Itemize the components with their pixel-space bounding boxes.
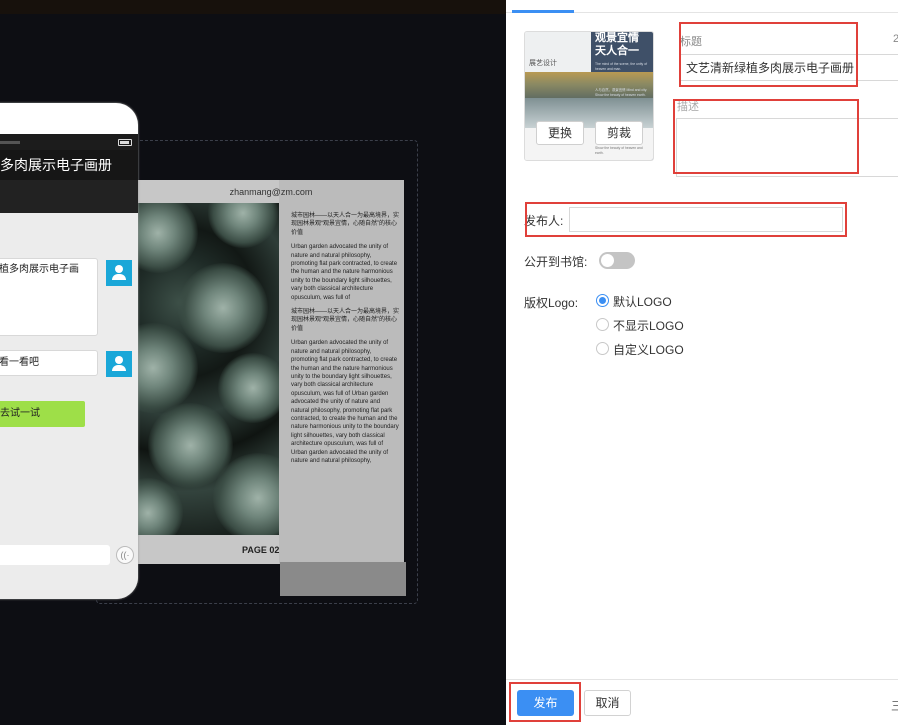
book-page[interactable]: zhanmang@zm.com PAGE 02 城市园林——以天人合一为最高境界…	[138, 180, 405, 564]
voice-icon[interactable]: ((·	[116, 546, 134, 564]
battery-icon	[118, 139, 132, 146]
user-avatar-icon	[106, 351, 132, 377]
succulent-photo	[138, 203, 279, 535]
cover-thumbnail: 展艺设计 观景宜情 天人合一 The mind of the scene, th…	[524, 31, 654, 161]
page-paragraph: Urban garden advocated the unity of natu…	[291, 244, 398, 301]
user-avatar-icon	[106, 260, 132, 286]
phone-header-bar	[0, 180, 138, 213]
copyright-logo-label: 版权Logo:	[524, 296, 579, 310]
page-paragraph: Urban garden advocated the unity of natu…	[291, 340, 399, 448]
radio-unchecked-icon[interactable]	[596, 342, 609, 355]
phone-preview: 多肉展示电子画册 植多肉展示电子画 看一看吧 去试一试 ((·	[0, 103, 138, 599]
cover-subtext: 人与自然，观景宜情 Mind and city. Show the beauty…	[595, 88, 648, 97]
cover-subtext: The mind of the scene, the unity of heav…	[595, 62, 648, 71]
page-number-label: PAGE 02	[242, 545, 280, 555]
page-body-text: 城市园林——以天人合一为最高境界，实现园林景观“观景宜情，心随自然”的核心价值 …	[291, 212, 399, 471]
crop-cover-button[interactable]: 剪裁	[595, 121, 643, 145]
phone-chat-area: 植多肉展示电子画 看一看吧 去试一试 ((·	[0, 213, 138, 599]
tab-active-indicator	[512, 10, 574, 13]
footer-divider	[506, 679, 898, 680]
phone-status-bar	[0, 134, 138, 150]
title-char-count: 2	[893, 33, 898, 45]
cover-footer-text: Show the beauty of heaven and earth.	[595, 146, 643, 155]
logo-option-label: 默认LOGO	[613, 295, 672, 309]
phone-title: 多肉展示电子画册	[0, 150, 138, 180]
highlight-publish	[509, 682, 581, 722]
chat-bubble: 植多肉展示电子画	[0, 258, 98, 336]
page-paragraph: 城市园林——以天人合一为最高境界，实现园林景观“观景宜情，心随自然”的核心价值	[291, 309, 400, 332]
page-edge	[280, 562, 406, 596]
cancel-button[interactable]: 取消	[584, 690, 631, 716]
radio-unchecked-icon[interactable]	[596, 318, 609, 331]
editor-canvas: zhanmang@zm.com PAGE 02 城市园林——以天人合一为最高境界…	[0, 0, 506, 725]
highlight-title	[679, 22, 858, 87]
logo-option-label: 不显示LOGO	[613, 319, 684, 333]
radio-checked-icon[interactable]	[596, 294, 609, 307]
public-library-toggle[interactable]	[599, 252, 635, 269]
page-paragraph: Urban garden advocated the unity of natu…	[291, 449, 389, 464]
chat-input[interactable]	[0, 545, 110, 565]
cover-title: 观景宜情 天人合一	[595, 32, 639, 57]
logo-option-label: 自定义LOGO	[613, 343, 684, 357]
publish-panel: 展艺设计 观景宜情 天人合一 The mind of the scene, th…	[506, 0, 898, 725]
page-email: zhanmang@zm.com	[229, 187, 313, 197]
replace-cover-button[interactable]: 更换	[536, 121, 584, 145]
try-it-button[interactable]: 去试一试	[0, 401, 85, 427]
footer-edge-text: 三	[891, 699, 898, 713]
signal-icon	[0, 141, 20, 144]
highlight-publisher	[525, 202, 847, 237]
chat-bubble: 看一看吧	[0, 350, 98, 376]
highlight-description	[673, 99, 859, 174]
top-strip	[0, 0, 506, 14]
page-paragraph: 城市园林——以天人合一为最高境界，实现园林景观“观景宜情，心随自然”的核心价值	[291, 213, 400, 236]
cover-design-text: 展艺设计	[529, 59, 557, 67]
public-library-label: 公开到书馆:	[524, 255, 588, 269]
